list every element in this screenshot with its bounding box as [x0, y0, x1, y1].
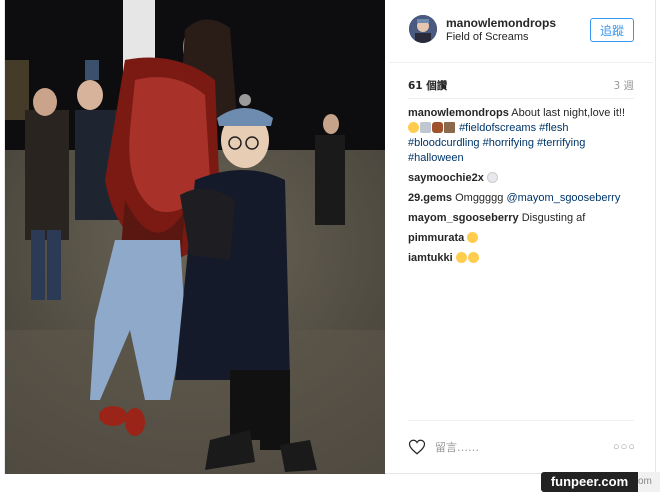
comment-username[interactable]: saymoochie2x: [408, 172, 484, 184]
ghost-emoji-icon: [486, 172, 498, 183]
instagram-post: manowlemondrops Field of Screams 追蹤 61 個…: [4, 0, 656, 474]
screaming-face-emoji-icon: [408, 122, 419, 133]
more-options-icon[interactable]: ○○○: [613, 441, 636, 453]
comment-list: manowlemondrops About last night,love it…: [408, 106, 638, 271]
comment-item: pimmurata: [408, 231, 638, 246]
stats-divider: [408, 98, 634, 99]
comment-item: mayom_sgooseberry Disgusting af: [408, 211, 638, 226]
meat-emoji-icon: [432, 122, 443, 133]
comment-text: Disgusting af: [521, 212, 586, 224]
grimacing-face-emoji-icon: [467, 232, 479, 243]
add-comment-input[interactable]: 留言……: [435, 439, 479, 455]
comment-item: 29.gems Omggggg @mayom_sgooseberry: [408, 191, 638, 206]
comment-mention[interactable]: @mayom_sgooseberry: [506, 192, 620, 204]
astonished-face-emoji-icon: [455, 252, 467, 263]
comment-username[interactable]: pimmurata: [408, 232, 464, 244]
halloween-photo-illustration: [5, 0, 385, 474]
follow-button[interactable]: 追蹤: [590, 18, 634, 42]
comment-username[interactable]: iamtukki: [408, 252, 453, 264]
hashtag-terrifying[interactable]: #terrifying: [537, 137, 585, 149]
comment-username[interactable]: 29.gems: [408, 192, 452, 204]
avatar[interactable]: [409, 15, 437, 43]
hashtag-horrifying[interactable]: #horrifying: [483, 137, 534, 149]
comment-item: saymoochie2x: [408, 171, 638, 186]
watermark: funpeer.com: [541, 472, 638, 492]
hashtag-halloween[interactable]: #halloween: [408, 152, 464, 164]
caption-text: About last night,love it!!: [511, 107, 626, 119]
caption-username[interactable]: manowlemondrops: [408, 107, 509, 119]
post-sidebar: manowlemondrops Field of Screams 追蹤 61 個…: [389, 0, 657, 474]
post-header: manowlemondrops Field of Screams 追蹤: [389, 0, 653, 63]
hashtag-bloodcurdling[interactable]: #bloodcurdling: [408, 137, 480, 149]
footer-divider: [408, 420, 634, 421]
hashtag-fieldofscreams[interactable]: #fieldofscreams: [459, 122, 536, 134]
comment-username[interactable]: mayom_sgooseberry: [408, 212, 519, 224]
comment-item: iamtukki: [408, 251, 638, 266]
sweat-smile-emoji-icon: [467, 252, 479, 263]
heart-icon[interactable]: [408, 438, 426, 456]
caption: manowlemondrops About last night,love it…: [408, 106, 638, 166]
dagger-emoji-icon: [444, 122, 455, 133]
owner-username[interactable]: manowlemondrops: [446, 16, 556, 30]
watermark-tail: om: [638, 472, 660, 492]
avatar-image: [409, 15, 437, 43]
likes-count[interactable]: 61 個讚: [408, 78, 447, 93]
comment-text: Omggggg: [455, 192, 504, 204]
post-location[interactable]: Field of Screams: [446, 31, 529, 43]
post-stats: 61 個讚 3 週: [408, 78, 634, 92]
post-age[interactable]: 3 週: [613, 78, 634, 93]
knife-emoji-icon: [420, 122, 431, 133]
hashtag-flesh[interactable]: #flesh: [539, 122, 568, 134]
post-photo[interactable]: [5, 0, 385, 474]
